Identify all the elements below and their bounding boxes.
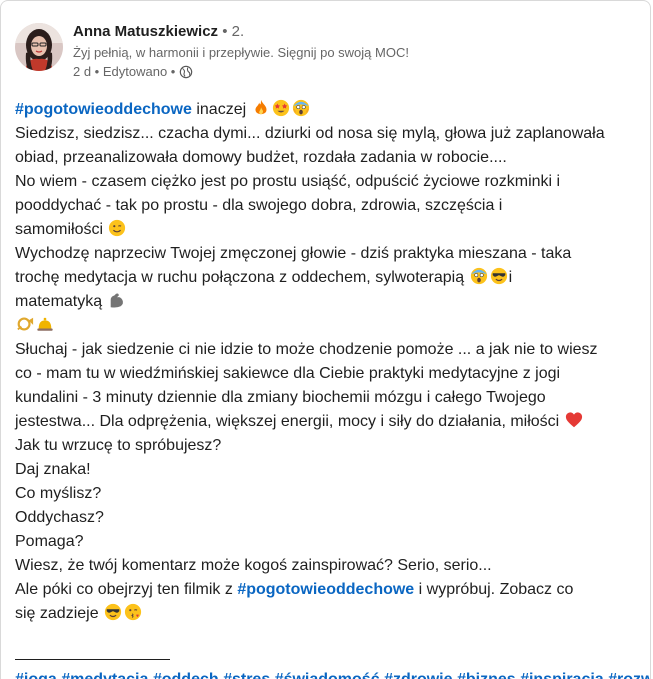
post-text: się zadzieje (15, 605, 99, 622)
post-line-8: trochę medytacja w ruchu połączona z odd… (15, 266, 641, 290)
screaming-face-emoji-icon (470, 267, 487, 285)
fire-emoji-icon (255, 99, 267, 115)
post-line-9: matematyką (15, 290, 641, 314)
post-line-10 (15, 314, 641, 338)
hashtag-list[interactable]: #joga #medytacja #oddech #stres #świadom… (15, 668, 650, 679)
flexed-biceps-emoji-icon (110, 293, 123, 308)
screaming-face-emoji-icon (292, 99, 309, 117)
author-avatar[interactable] (15, 23, 63, 71)
post-line-5: pooddychać - tak po prostu - dla swojego… (15, 197, 503, 214)
face-blowing-kiss-emoji-icon (124, 603, 142, 621)
post-line-2: Siedzisz, siedzisz... czacha dymi... dzi… (15, 125, 605, 142)
heart-emoji-icon (565, 412, 582, 428)
author-name-row: Anna Matuszkiewicz • 2. (73, 23, 613, 41)
sunglasses-face-emoji-icon (104, 603, 122, 621)
post-text: Ale póki co obejrzyj ten filmik z (15, 581, 238, 598)
post-line-15: Jak tu wrzucę to spróbujesz? (15, 437, 222, 454)
post-line-14: jestestwa... Dla odprężenia, większej en… (15, 410, 641, 434)
post-line-18: Oddychasz? (15, 509, 104, 526)
post-line-6: samomiłości (15, 218, 641, 242)
post-text: trochę medytacja w ruchu połączona z odd… (15, 269, 465, 286)
post-text: jestestwa... Dla odprężenia, większej en… (15, 413, 560, 430)
divider (15, 659, 170, 660)
author-name[interactable]: Anna Matuszkiewicz (73, 23, 218, 40)
post-timestamp-row: 2 d • Edytowano • (73, 63, 613, 80)
hashtag-link[interactable]: #pogotowieoddechowe (15, 101, 192, 118)
author-headline: Żyj pełnią, w harmonii i przepływie. Się… (73, 45, 409, 60)
post-line-22: się zadzieje (15, 602, 641, 626)
post-body: #pogotowieoddechowe inaczej Siedzisz, si… (15, 98, 641, 626)
post-line-4: No wiem - czasem ciężko jest po prostu u… (15, 173, 561, 190)
post-text: i wypróbuj. Zobacz co (414, 581, 574, 598)
winking-face-emoji-icon (109, 219, 126, 237)
post-line-17: Co myślisz? (15, 485, 102, 502)
post-line-19: Pomaga? (15, 533, 84, 550)
post-line-13: kundalini - 3 minuty dziennie dla zmiany… (15, 389, 546, 406)
connection-degree: • 2. (218, 23, 245, 40)
bellhop-bell-emoji-icon (37, 317, 53, 331)
post-text: i (508, 269, 513, 286)
post-timestamp: 2 d • Edytowano • (73, 64, 176, 79)
post-line-21: Ale póki co obejrzyj ten filmik z #pogot… (15, 578, 641, 602)
post-text: matematyką (15, 293, 103, 310)
post-line-12: co - mam tu w wiedźmińskiej sakiewce dla… (15, 365, 561, 382)
sunglasses-face-emoji-icon (490, 267, 507, 285)
post-line-3: obiad, przeanalizowała domowy budżet, ro… (15, 149, 507, 166)
star-struck-emoji-icon (272, 99, 289, 117)
avatar-photo (15, 23, 63, 71)
postal-horn-emoji-icon (17, 317, 34, 331)
post-line-20: Wiesz, że twój komentarz może kogoś zain… (15, 557, 492, 574)
post-line-7: Wychodzę naprzeciw Twojej zmęczonej głow… (15, 245, 572, 262)
hashtag-link[interactable]: #pogotowieoddechowe (237, 581, 414, 598)
post-text: inaczej (191, 101, 247, 118)
globe-icon (180, 65, 193, 78)
post-text: samomiłości (15, 221, 104, 238)
post-card: Anna Matuszkiewicz • 2. Żyj pełnią, w ha… (0, 0, 651, 679)
author-meta: Anna Matuszkiewicz • 2. Żyj pełnią, w ha… (73, 23, 613, 80)
post-line-16: Daj znaka! (15, 461, 91, 478)
post-line-1: #pogotowieoddechowe inaczej (15, 98, 641, 122)
post-line-11: Słuchaj - jak siedzenie ci nie idzie to … (15, 341, 598, 358)
